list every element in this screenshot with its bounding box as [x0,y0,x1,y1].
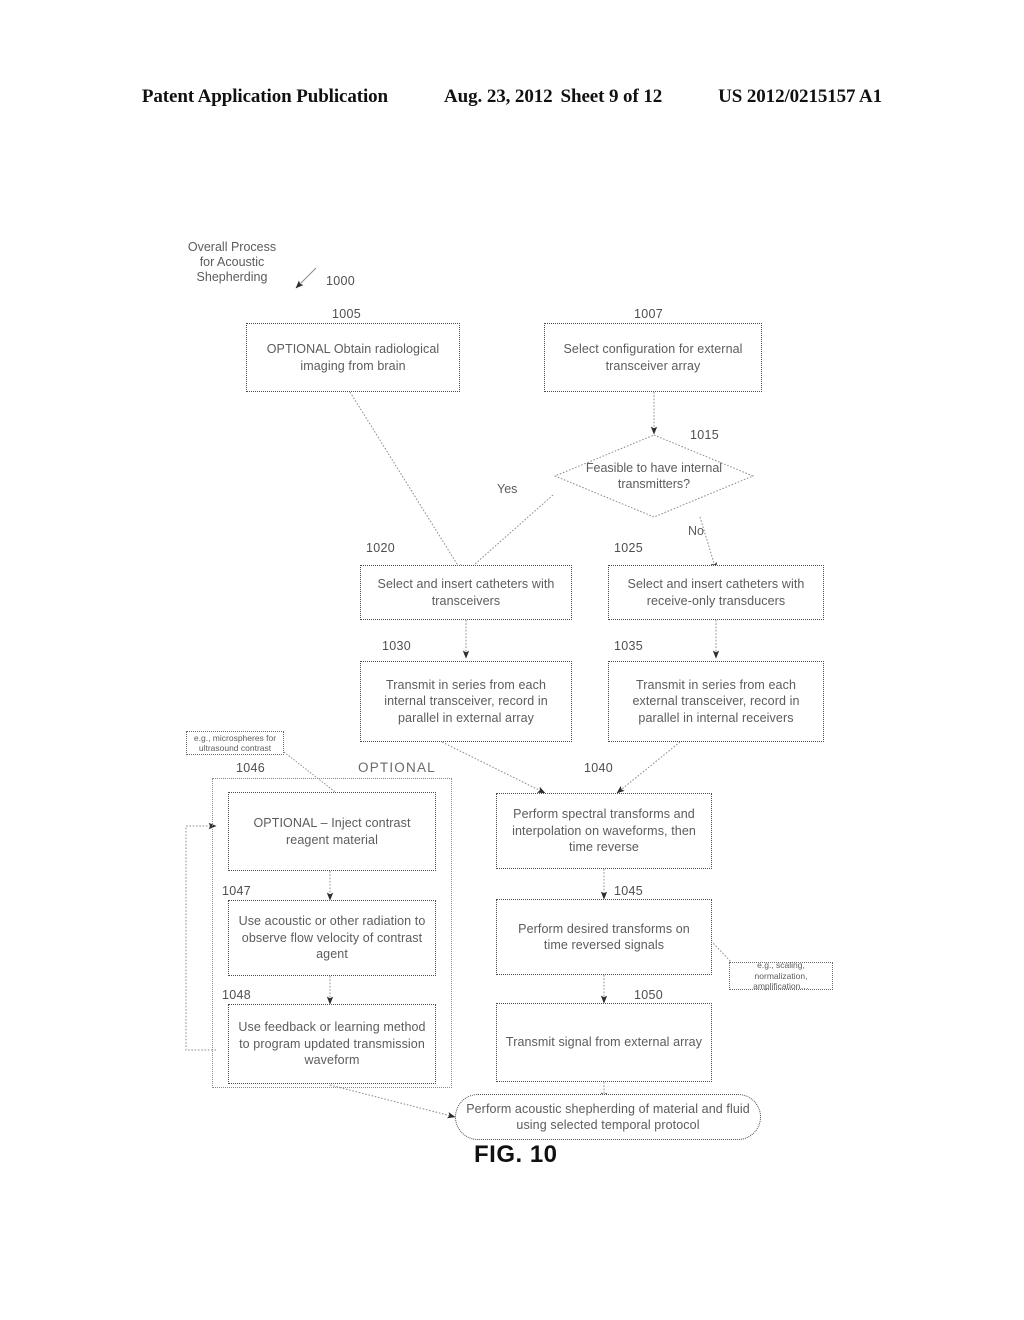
note-contrast-microspheres: e.g., microspheres for ultrasound contra… [186,731,284,755]
ref-1005: 1005 [332,307,362,321]
node-1047-observe-flow-velocity[interactable]: Use acoustic or other radiation to obser… [228,900,436,976]
node-1040-spectral-transforms-time-reverse[interactable]: Perform spectral transforms and interpol… [496,793,712,869]
node-1030-label: Transmit in series from each internal tr… [384,677,548,725]
node-1020-insert-catheters-transceivers[interactable]: Select and insert catheters with transce… [360,565,572,620]
edge-label-yes: Yes [497,482,518,496]
ref-1030: 1030 [382,639,412,653]
node-1025-insert-catheters-receive-only[interactable]: Select and insert catheters with receive… [608,565,824,620]
note-scaling-normalization: e.g., scaling, normalization, amplificat… [729,960,833,992]
node-1005-label: OPTIONAL Obtain radiological imaging fro… [266,342,440,373]
node-1015-decision-internal-transmitters[interactable]: Feasible to have internal transmitters? [553,434,755,518]
node-final-label: Perform acoustic shepherding of material… [466,1101,750,1133]
ref-1046: 1046 [236,761,266,775]
node-1015-label: Feasible to have internal transmitters? [585,460,723,492]
node-1007-select-external-array-config[interactable]: Select configuration for external transc… [544,323,762,392]
optional-group-title: OPTIONAL [352,760,442,775]
node-1005-obtain-radiological-imaging[interactable]: OPTIONAL Obtain radiological imaging fro… [246,323,460,392]
figure-title-caption: Overall Process for Acoustic Shepherding [187,240,277,284]
ref-1007: 1007 [634,307,664,321]
flowchart-figure: Overall Process for Acoustic Shepherding… [0,0,1024,1320]
node-1048-label: Use feedback or learning method to progr… [238,1020,426,1068]
node-1040-label: Perform spectral transforms and interpol… [512,807,696,855]
node-final-perform-acoustic-shepherding[interactable]: Perform acoustic shepherding of material… [455,1094,761,1140]
note-contrast-label: e.g., microspheres for ultrasound contra… [193,732,277,754]
node-1030-transmit-internal-record-external[interactable]: Transmit in series from each internal tr… [360,661,572,742]
node-1045-desired-transforms-time-reversed[interactable]: Perform desired transforms on time rever… [496,899,712,975]
ref-1020: 1020 [366,541,396,555]
ref-1040: 1040 [584,761,614,775]
ref-1035: 1035 [614,639,644,653]
ref-1047: 1047 [222,884,252,898]
ref-1048: 1048 [222,988,252,1002]
ref-1050: 1050 [634,988,664,1002]
node-1035-transmit-external-record-internal[interactable]: Transmit in series from each external tr… [608,661,824,742]
node-1045-label: Perform desired transforms on time rever… [518,921,690,953]
node-1035-label: Transmit in series from each external tr… [632,677,800,725]
edge-label-no: No [688,524,704,538]
node-1046-inject-contrast-reagent[interactable]: OPTIONAL – Inject contrast reagent mater… [228,792,436,871]
ref-1000: 1000 [326,274,356,288]
node-1047-label: Use acoustic or other radiation to obser… [238,914,426,962]
node-1007-label: Select configuration for external transc… [563,342,743,373]
node-1050-label: Transmit signal from external array [505,1035,703,1050]
node-1050-transmit-signal-external-array[interactable]: Transmit signal from external array [496,1003,712,1082]
note-transforms-label: e.g., scaling, normalization, amplificat… [753,960,809,992]
ref-1015: 1015 [690,428,720,442]
ref-1025: 1025 [614,541,644,555]
figure-caption: FIG. 10 [474,1141,558,1168]
node-1046-label: OPTIONAL – Inject contrast reagent mater… [253,816,411,847]
node-1025-label: Select and insert catheters with receive… [627,577,805,608]
node-1048-feedback-learning-waveform[interactable]: Use feedback or learning method to progr… [228,1004,436,1084]
node-1020-label: Select and insert catheters with transce… [377,577,555,608]
ref-1045: 1045 [614,884,644,898]
